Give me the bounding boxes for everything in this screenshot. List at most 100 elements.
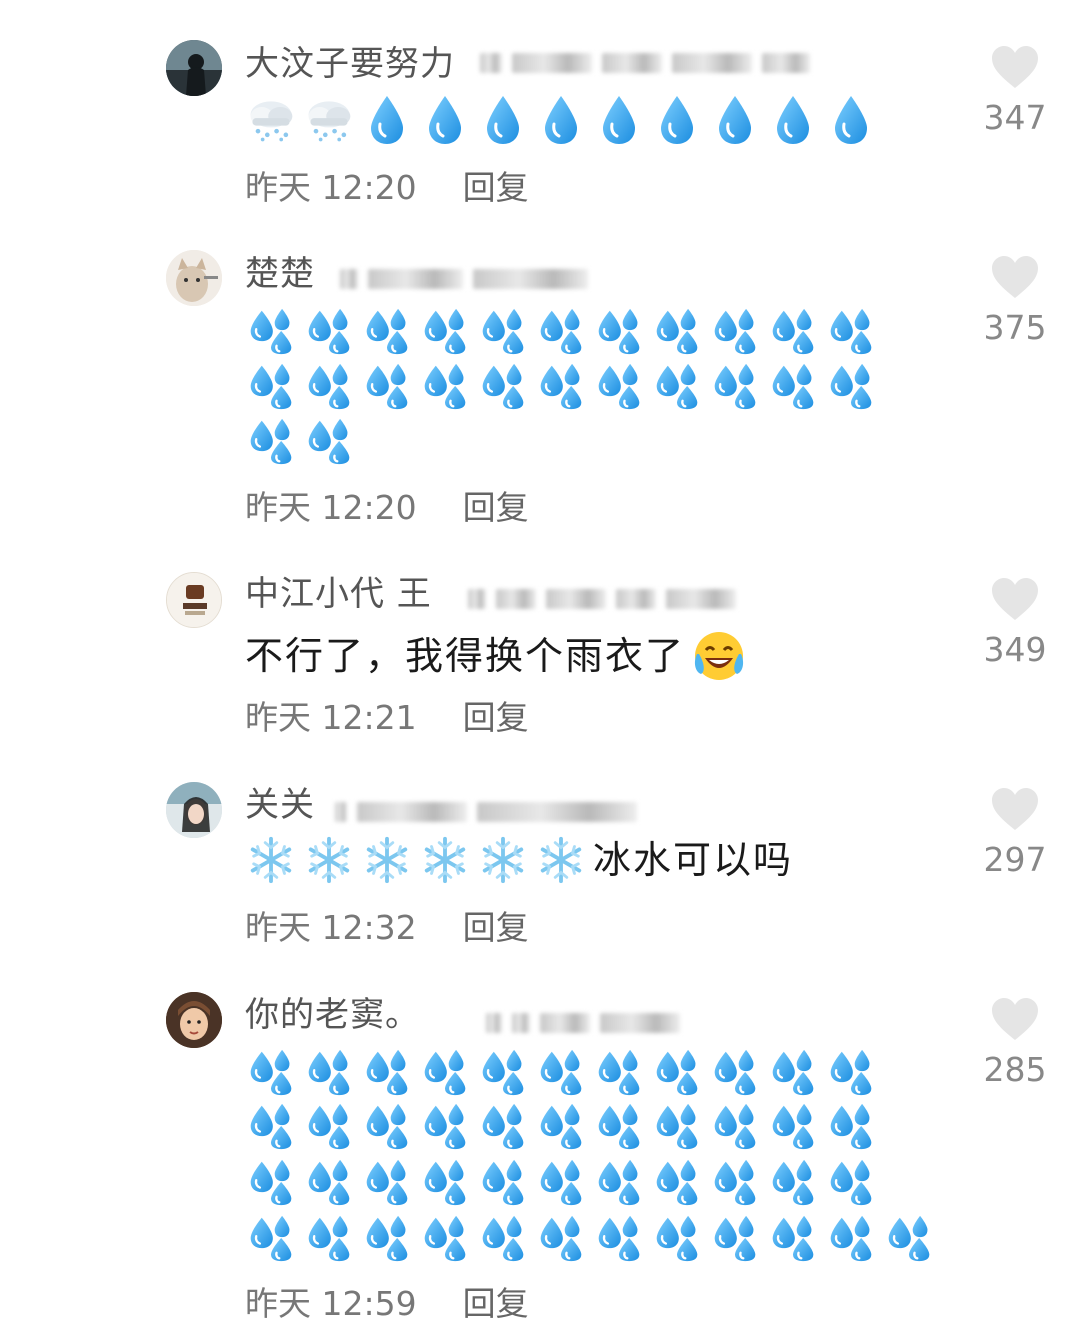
comment-text: 不行了，我得换个雨衣了	[245, 634, 686, 678]
sweat-droplets-icon	[303, 1046, 355, 1098]
avatar[interactable]	[166, 572, 222, 628]
sweat-droplets-icon	[651, 360, 703, 412]
comment-content: 不行了，我得换个雨衣了 😂	[245, 628, 745, 684]
sweat-droplets-icon	[419, 360, 471, 412]
snowflake-icon	[419, 834, 471, 886]
like-button[interactable]: 375	[970, 254, 1060, 350]
droplet-icon	[477, 94, 529, 146]
reply-button[interactable]: 回复	[463, 488, 529, 527]
like-count: 347	[983, 98, 1047, 137]
like-button[interactable]: 347	[970, 44, 1060, 140]
sweat-droplets-icon	[593, 1100, 645, 1152]
sweat-droplets-icon	[245, 305, 297, 357]
snowflake-icon	[477, 834, 529, 886]
sweat-droplets-icon	[593, 1046, 645, 1098]
reply-button[interactable]: 回复	[463, 698, 529, 737]
droplet-icon	[709, 94, 761, 146]
timestamp: 昨天 12:20	[245, 488, 417, 527]
sweat-droplets-icon	[535, 1100, 587, 1152]
droplet-icon	[767, 94, 819, 146]
sweat-droplets-icon	[419, 1100, 471, 1152]
sweat-droplets-icon	[593, 1212, 645, 1264]
comment-content	[245, 94, 877, 146]
sweat-droplets-icon	[709, 1212, 761, 1264]
sweat-droplets-icon	[767, 1100, 819, 1152]
sweat-droplets-icon	[651, 1100, 703, 1152]
sweat-droplets-icon	[303, 1212, 355, 1264]
heart-icon[interactable]	[990, 254, 1040, 300]
reply-button[interactable]: 回复	[463, 908, 529, 947]
timestamp: 昨天 12:59	[245, 1284, 417, 1323]
sweat-droplets-icon	[535, 360, 587, 412]
username[interactable]: 你的老窦。	[245, 993, 420, 1037]
sweat-droplets-icon	[361, 1156, 413, 1208]
snowflake-icon	[303, 834, 355, 886]
sweat-droplets-icon	[825, 1046, 877, 1098]
heart-icon[interactable]	[990, 576, 1040, 622]
heart-icon[interactable]	[990, 786, 1040, 832]
avatar[interactable]	[166, 782, 222, 838]
sweat-droplets-icon	[477, 1156, 529, 1208]
reply-button[interactable]: 回复	[463, 1284, 529, 1323]
like-count: 297	[983, 840, 1047, 879]
timestamp: 昨天 12:20	[245, 168, 417, 207]
heart-icon[interactable]	[990, 44, 1040, 90]
like-count: 285	[983, 1050, 1047, 1089]
reply-button[interactable]: 回复	[463, 168, 529, 207]
like-button[interactable]: 349	[970, 576, 1060, 672]
timestamp: 昨天 12:21	[245, 698, 417, 737]
sweat-droplets-icon	[361, 1100, 413, 1152]
sweat-droplets-icon	[709, 305, 761, 357]
sweat-droplets-icon	[245, 1100, 297, 1152]
sweat-droplets-icon	[419, 1212, 471, 1264]
snowflake-icon	[535, 834, 587, 886]
sweat-droplets-icon	[361, 305, 413, 357]
comment-content	[245, 305, 877, 357]
snowflake-icon	[361, 834, 413, 886]
sweat-droplets-icon	[303, 415, 355, 467]
sweat-droplets-icon	[303, 360, 355, 412]
sweat-droplets-icon	[477, 305, 529, 357]
like-button[interactable]: 285	[970, 996, 1060, 1092]
droplet-icon	[535, 94, 587, 146]
like-button[interactable]: 297	[970, 786, 1060, 882]
avatar[interactable]	[166, 250, 222, 306]
sweat-droplets-icon	[825, 360, 877, 412]
blurred-author-info	[340, 262, 588, 296]
comment-meta: 昨天 12:32 回复	[245, 906, 529, 950]
username[interactable]: 中江小代 王	[245, 572, 432, 616]
username[interactable]: 楚楚	[245, 252, 315, 296]
sweat-droplets-icon	[477, 1212, 529, 1264]
sweat-droplets-icon	[709, 1156, 761, 1208]
sweat-droplets-icon	[361, 360, 413, 412]
sweat-droplets-icon	[651, 1212, 703, 1264]
heart-icon[interactable]	[990, 996, 1040, 1042]
username[interactable]: 关关	[245, 783, 315, 827]
blurred-author-info	[480, 46, 810, 80]
sweat-droplets-icon	[593, 360, 645, 412]
username[interactable]: 大汶子要努力	[245, 42, 455, 86]
sweat-droplets-icon	[477, 360, 529, 412]
timestamp: 昨天 12:32	[245, 908, 417, 947]
sweat-droplets-icon	[245, 1046, 297, 1098]
sweat-droplets-icon	[535, 305, 587, 357]
avatar[interactable]	[166, 40, 222, 96]
sweat-droplets-icon	[477, 1046, 529, 1098]
sweat-droplets-icon	[709, 360, 761, 412]
droplet-icon	[593, 94, 645, 146]
sweat-droplets-icon	[825, 1156, 877, 1208]
sweat-droplets-icon	[825, 1100, 877, 1152]
comment-content: 冰水可以吗	[245, 834, 793, 886]
droplet-icon	[651, 94, 703, 146]
avatar[interactable]	[166, 992, 222, 1048]
sweat-droplets-icon	[593, 1156, 645, 1208]
sweat-droplets-icon	[477, 1100, 529, 1152]
sweat-droplets-icon	[767, 1212, 819, 1264]
comment-content	[245, 415, 355, 467]
like-count: 375	[983, 308, 1047, 347]
sweat-droplets-icon	[303, 305, 355, 357]
sweat-droplets-icon	[651, 1156, 703, 1208]
blurred-author-info	[468, 582, 736, 616]
sweat-droplets-icon	[303, 1100, 355, 1152]
blurred-author-info	[335, 795, 637, 829]
